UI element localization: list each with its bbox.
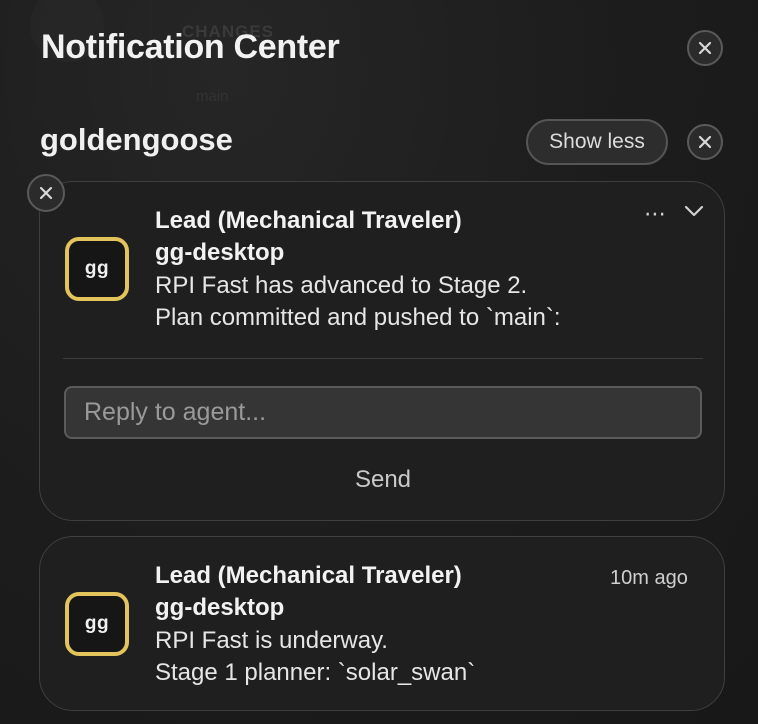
close-icon <box>698 41 712 55</box>
more-options-icon[interactable]: ⋯ <box>644 203 667 225</box>
notification-app-name: gg-desktop <box>155 594 285 621</box>
close-icon <box>39 186 53 200</box>
notification-sender: Lead (Mechanical Traveler) <box>155 207 462 234</box>
background-branch-label: main <box>196 88 229 105</box>
chevron-down-icon[interactable] <box>683 204 705 223</box>
notification-app-name: gg-desktop <box>155 239 285 266</box>
notification-body-line: RPI Fast is underway. <box>155 627 388 654</box>
reply-input[interactable] <box>64 386 702 439</box>
notification-body-line: Plan committed and pushed to `main`: <box>155 304 561 331</box>
group-title: goldengoose <box>40 122 233 157</box>
notification-body-line: RPI Fast has advanced to Stage 2. <box>155 272 528 299</box>
notification-body-line: Stage 1 planner: `solar_swan` <box>155 659 476 686</box>
dismiss-notification-button[interactable] <box>27 174 65 212</box>
notification-timestamp: 10m ago <box>610 567 688 589</box>
notification-card[interactable]: gg Lead (Mechanical Traveler) gg-desktop… <box>39 536 725 711</box>
close-notification-center-button[interactable] <box>687 30 723 66</box>
clear-group-button[interactable] <box>687 124 723 160</box>
app-icon: gg <box>65 592 129 656</box>
notification-card[interactable]: gg Lead (Mechanical Traveler) gg-desktop… <box>39 181 725 521</box>
close-icon <box>698 135 712 149</box>
send-button[interactable]: Send <box>330 460 436 500</box>
notification-sender: Lead (Mechanical Traveler) <box>155 562 462 589</box>
card-divider <box>63 358 703 359</box>
app-icon: gg <box>65 237 129 301</box>
notification-center-overlay: CHANGES main Notification Center goldeng… <box>0 0 758 724</box>
show-less-button[interactable]: Show less <box>526 119 668 165</box>
panel-title: Notification Center <box>41 28 340 66</box>
